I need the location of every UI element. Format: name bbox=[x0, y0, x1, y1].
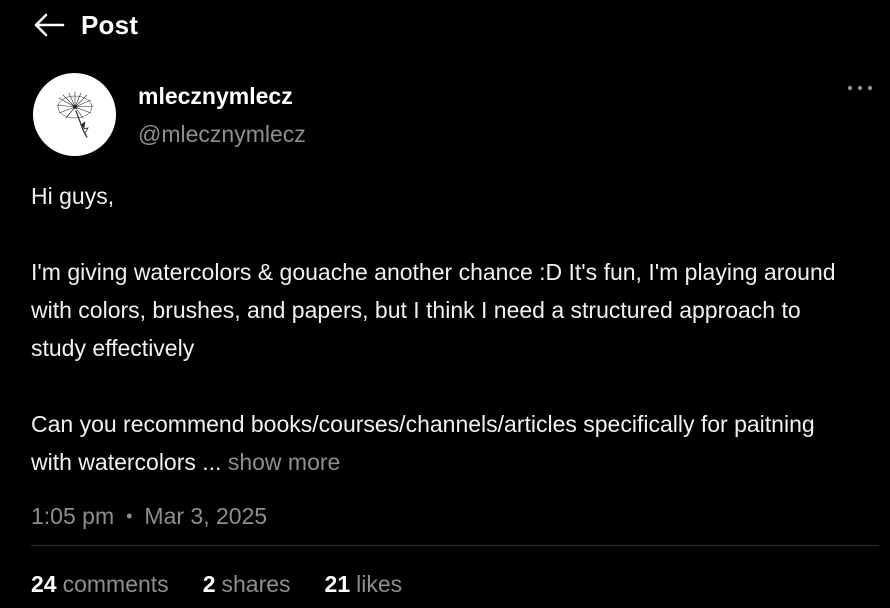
post-stats: 24 comments 2 shares 21 likes bbox=[31, 568, 436, 600]
comments-label: comments bbox=[62, 571, 169, 597]
likes-stat[interactable]: 21 likes bbox=[325, 568, 403, 600]
shares-stat[interactable]: 2 shares bbox=[203, 568, 291, 600]
post-paragraph-text: Can you recommend books/courses/channels… bbox=[31, 411, 822, 475]
more-horizontal-icon bbox=[847, 85, 873, 91]
shares-count: 2 bbox=[202, 571, 216, 597]
likes-count: 21 bbox=[324, 571, 351, 597]
post-paragraph: Hi guys, bbox=[31, 183, 115, 209]
separator-dot: • bbox=[126, 506, 133, 526]
post-date: Mar 3, 2025 bbox=[144, 503, 268, 529]
shares-label: shares bbox=[221, 571, 291, 597]
post-time: 1:05 pm bbox=[31, 503, 115, 529]
post-timestamp: 1:05 pm • Mar 3, 2025 bbox=[31, 500, 267, 532]
post-body: Hi guys, I'm giving watercolors & gouach… bbox=[31, 177, 861, 481]
back-button[interactable] bbox=[34, 13, 66, 37]
avatar[interactable] bbox=[33, 73, 116, 156]
post-header: Post bbox=[0, 0, 890, 52]
post-paragraph-last: Can you recommend books/courses/channels… bbox=[31, 405, 861, 481]
divider bbox=[31, 545, 879, 546]
post-paragraph: I'm giving watercolors & gouache another… bbox=[31, 259, 842, 361]
comments-stat[interactable]: 24 comments bbox=[31, 568, 169, 600]
author-handle[interactable]: @mlecznymlecz bbox=[138, 121, 306, 148]
likes-label: likes bbox=[356, 571, 403, 597]
dandelion-avatar-icon bbox=[56, 91, 94, 138]
show-more-link[interactable]: show more bbox=[228, 449, 340, 475]
comments-count: 24 bbox=[31, 571, 57, 597]
author-display-name[interactable]: mlecznymlecz bbox=[138, 83, 293, 110]
more-options-button[interactable] bbox=[844, 78, 876, 98]
arrow-left-icon bbox=[34, 13, 65, 37]
page-title: Post bbox=[81, 10, 139, 40]
